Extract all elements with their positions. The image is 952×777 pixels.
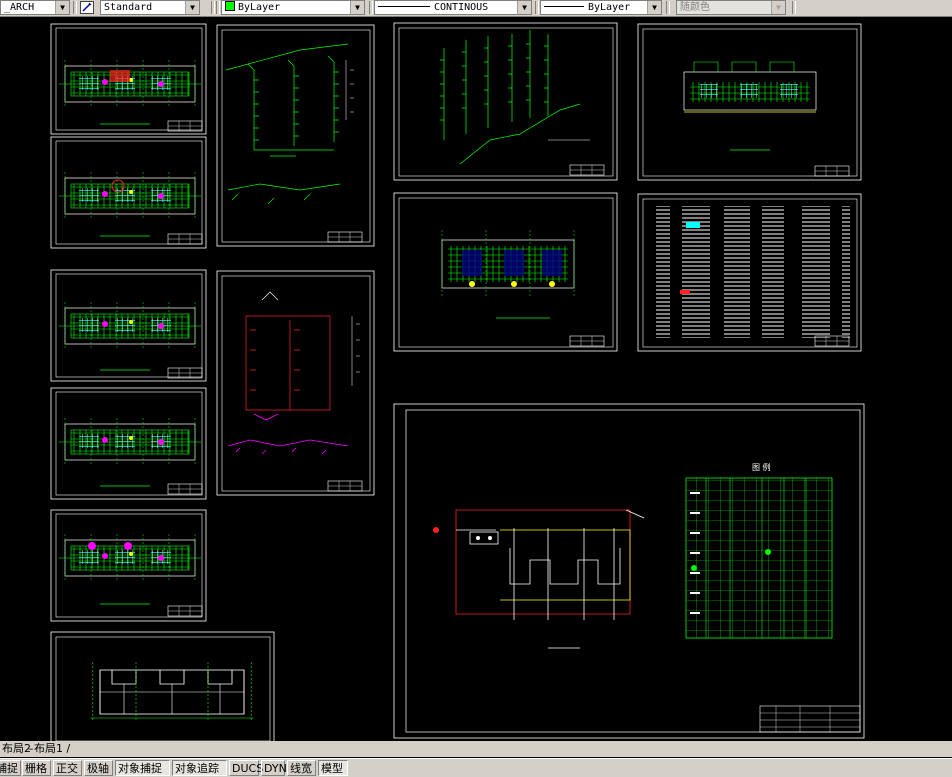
sheet-3[interactable]: [50, 269, 207, 382]
drawing-canvas[interactable]: 图 例: [0, 17, 952, 741]
sheet-7[interactable]: [216, 24, 375, 247]
toolbar-separator: [535, 1, 539, 14]
toolbar-separator: [792, 1, 796, 14]
otrack-label: 对象追踪: [175, 762, 219, 775]
color-value: ByLayer: [238, 2, 281, 13]
dyn-label: DYN: [264, 762, 287, 775]
lineweight-dropdown[interactable]: ByLayer ▼: [540, 0, 662, 15]
toolbar-separator: [211, 1, 215, 14]
ortho-label: 正交: [56, 762, 78, 775]
linetype-preview-icon: [378, 6, 430, 7]
text-style-value: Standard: [104, 2, 153, 13]
sheet-1[interactable]: [50, 23, 207, 135]
sheet-11[interactable]: [393, 192, 618, 352]
otrack-toggle[interactable]: 对象追踪: [172, 760, 227, 776]
linetype-dropdown[interactable]: CONTINOUS ▼: [374, 0, 532, 15]
sheet-12[interactable]: [637, 193, 862, 352]
legend-title: 图 例: [752, 462, 771, 472]
grid-label: 栅格: [25, 762, 47, 775]
properties-toolbar: _ARCH ▼ Standard ▼ ByLayer ▼ CONTINOUS ▼…: [0, 0, 952, 17]
dyn-toggle[interactable]: DYN: [261, 760, 287, 776]
chevron-down-icon[interactable]: ▼: [350, 1, 364, 14]
toolbar-separator: [216, 1, 220, 14]
tab-layout1[interactable]: 布局1 /: [32, 741, 72, 756]
layer-value: _ARCH: [4, 2, 35, 13]
sheet-10[interactable]: [637, 23, 862, 181]
chevron-down-icon[interactable]: ▼: [517, 1, 531, 14]
sheet-13[interactable]: 图 例: [393, 403, 865, 739]
lineweight-value: ByLayer: [588, 2, 631, 13]
model-label: 模型: [321, 762, 343, 775]
snap-label: 捕捉: [0, 762, 18, 775]
ducs-label: DUCS: [232, 762, 264, 775]
color-swatch-icon: [225, 1, 235, 11]
text-style-icon[interactable]: [80, 1, 94, 14]
sheet-9[interactable]: [393, 22, 618, 181]
sheet-6[interactable]: [50, 631, 275, 741]
status-bar: 捕捉 栅格 正交 极轴 对象捕捉 对象追踪 DUCS DYN 线宽 模型: [0, 758, 952, 777]
toolbar-separator: [73, 1, 77, 14]
plotstyle-value: 随颜色: [680, 2, 710, 13]
color-dropdown[interactable]: ByLayer ▼: [221, 0, 365, 15]
text-style-dropdown[interactable]: Standard ▼: [100, 0, 200, 15]
model-toggle[interactable]: 模型: [318, 760, 348, 776]
layout-tabs: 布局2 – 布局1 /: [0, 741, 952, 757]
chevron-down-icon[interactable]: ▼: [185, 1, 199, 14]
osnap-label: 对象捕捉: [118, 762, 162, 775]
layer-dropdown[interactable]: _ARCH ▼: [0, 0, 70, 15]
cad-drawing[interactable]: 图 例: [0, 17, 952, 741]
snap-toggle[interactable]: 捕捉: [0, 760, 21, 776]
grid-toggle[interactable]: 栅格: [22, 760, 51, 776]
lineweight-preview-icon: [544, 6, 584, 7]
lineweight-label: 线宽: [290, 762, 312, 775]
sheet-5[interactable]: [50, 509, 207, 622]
sheet-8[interactable]: [216, 270, 375, 496]
chevron-down-icon[interactable]: ▼: [647, 1, 661, 14]
polar-label: 极轴: [87, 762, 109, 775]
tab-layout1-label: 布局1: [34, 742, 63, 755]
sheet-4[interactable]: [50, 387, 207, 500]
linetype-value: CONTINOUS: [434, 2, 489, 13]
chevron-down-icon[interactable]: ▼: [55, 1, 69, 14]
toolbar-separator: [666, 1, 670, 14]
toolbar-separator: [369, 1, 373, 14]
osnap-toggle[interactable]: 对象捕捉: [115, 760, 170, 776]
polar-toggle[interactable]: 极轴: [84, 760, 113, 776]
ducs-toggle[interactable]: DUCS: [229, 760, 263, 776]
sheet-2[interactable]: [50, 136, 207, 249]
chevron-down-icon[interactable]: ▼: [771, 1, 785, 14]
lineweight-toggle[interactable]: 线宽: [287, 760, 316, 776]
plotstyle-dropdown[interactable]: 随颜色 ▼: [676, 0, 786, 15]
ortho-toggle[interactable]: 正交: [53, 760, 82, 776]
